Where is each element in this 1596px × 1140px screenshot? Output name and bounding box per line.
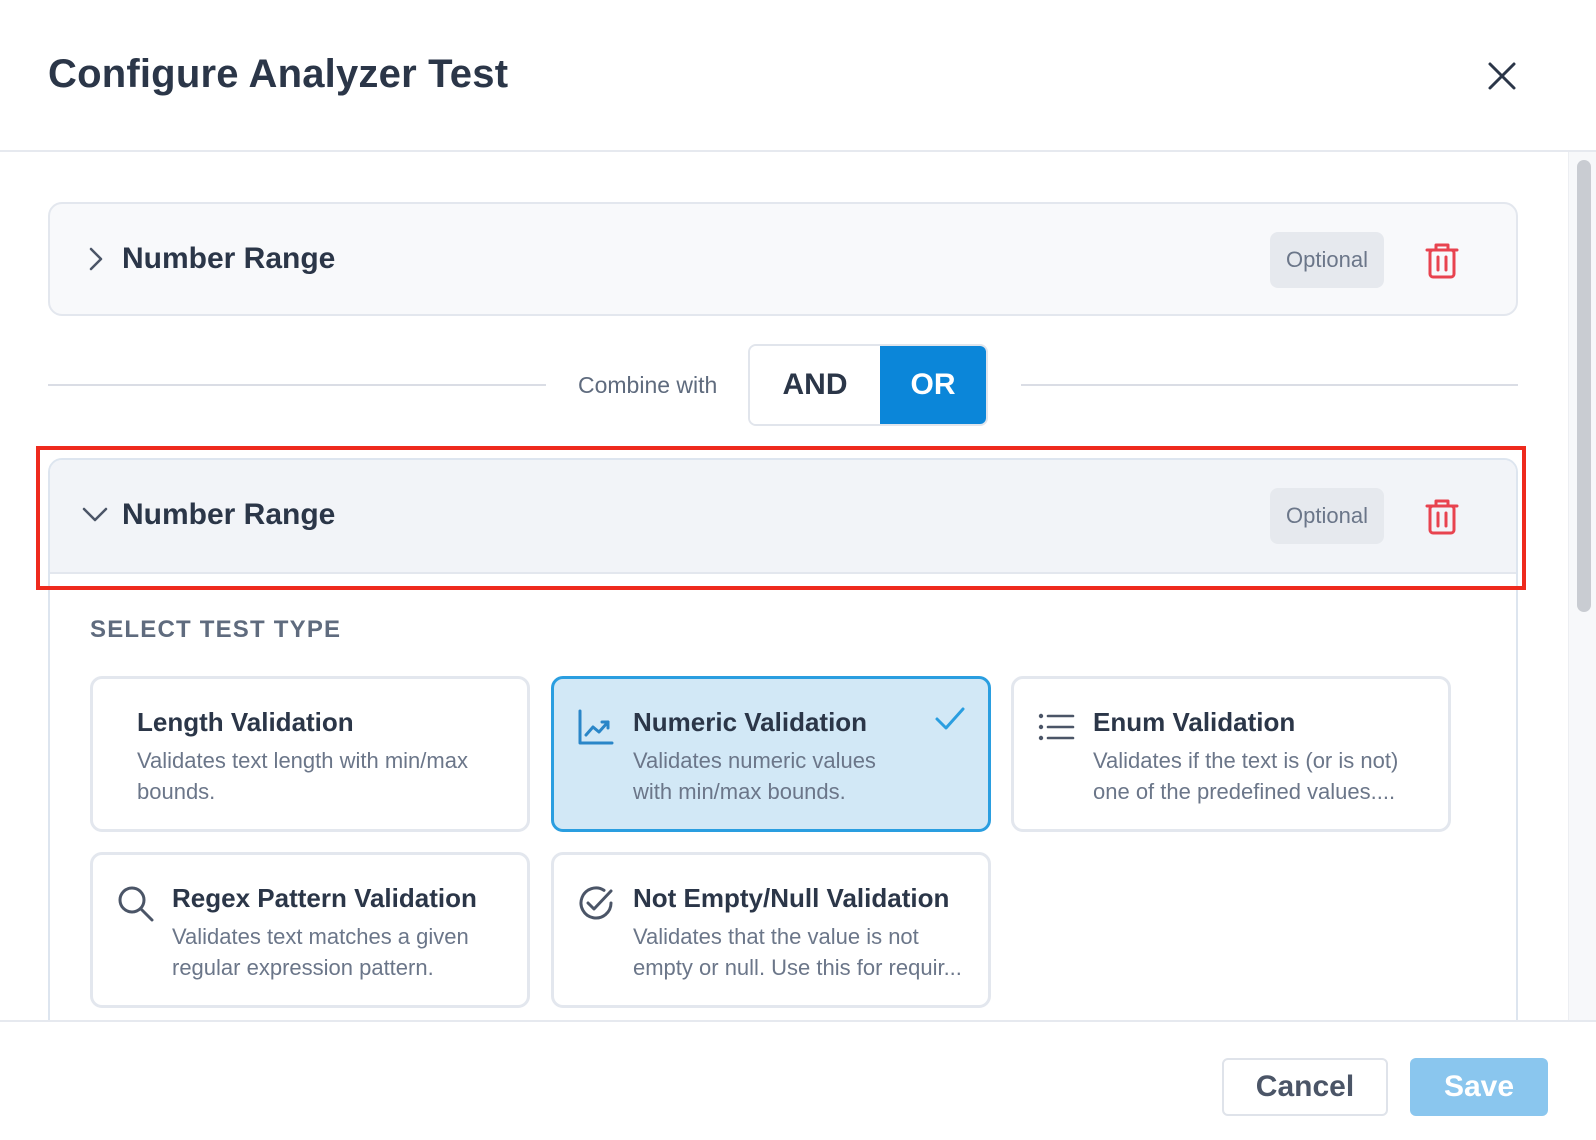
trash-icon[interactable]: [1424, 498, 1460, 536]
test-card-title[interactable]: Number Range: [122, 242, 335, 276]
test-card-expanded: Number Range Optional SELECT TEST TYPE L…: [48, 458, 1518, 1020]
trash-icon[interactable]: [1424, 242, 1460, 280]
tile-description-line: Validates if the text is (or is not): [1093, 748, 1399, 773]
tile-title: Enum Validation: [1093, 707, 1296, 737]
tile-title: Numeric Validation: [633, 707, 868, 737]
dialog-body[interactable]: Number Range Optional Combine with AND O…: [0, 152, 1568, 1020]
tile-description-line: bounds.: [137, 779, 216, 804]
tile-description-line: one of the predefined values....: [1093, 779, 1396, 804]
tile-title: Regex Pattern Validation: [172, 883, 477, 913]
tile-description-line: Validates numeric values: [633, 748, 876, 773]
test-card-title[interactable]: Number Range: [122, 498, 335, 532]
dialog-header: Configure Analyzer Test: [0, 0, 1596, 152]
test-type-enum-validation[interactable]: Enum Validation Validates if the text is…: [1011, 676, 1451, 832]
dialog-title: Configure Analyzer Test: [48, 52, 509, 96]
tile-description-line: Validates that the value is not: [633, 924, 919, 949]
check-circle-icon: [579, 886, 613, 920]
combine-with-row: Combine with AND OR: [48, 344, 1518, 428]
trending-chart-icon: [578, 709, 614, 745]
tile-description-line: empty or null. Use this for requir...: [633, 955, 962, 980]
test-card-collapsed[interactable]: Number Range Optional: [48, 202, 1518, 316]
chevron-down-icon[interactable]: [80, 502, 110, 526]
tile-description: Validates numeric values with min/max bo…: [633, 745, 876, 807]
tile-description-line: Validates text length with min/max: [137, 748, 468, 773]
dialog-footer: Cancel Save: [0, 1020, 1596, 1140]
cancel-button[interactable]: Cancel: [1222, 1058, 1388, 1116]
tile-description: Validates that the value is not empty or…: [633, 921, 962, 983]
test-card-header[interactable]: Number Range Optional: [50, 460, 1516, 574]
tile-description: Validates if the text is (or is not) one…: [1093, 745, 1398, 807]
save-button[interactable]: Save: [1410, 1058, 1548, 1116]
tile-description-line: with min/max bounds.: [633, 779, 846, 804]
tile-description-line: Validates text matches a given: [172, 924, 469, 949]
optional-badge: Optional: [1270, 232, 1384, 288]
divider-left: [48, 384, 546, 386]
optional-badge: Optional: [1270, 488, 1384, 544]
configure-analyzer-test-dialog: Configure Analyzer Test Number Range Opt…: [0, 0, 1596, 1140]
select-test-type-label: SELECT TEST TYPE: [90, 616, 342, 643]
test-type-length-validation[interactable]: Length Validation Validates text length …: [90, 676, 530, 832]
combine-toggle[interactable]: AND OR: [748, 344, 988, 426]
tile-description: Validates text matches a given regular e…: [172, 921, 469, 983]
search-icon: [118, 886, 154, 922]
divider-right: [1021, 384, 1518, 386]
tile-title: Not Empty/Null Validation: [633, 883, 950, 913]
test-type-numeric-validation[interactable]: Numeric Validation Validates numeric val…: [551, 676, 991, 832]
vertical-scrollbar[interactable]: [1568, 152, 1596, 1020]
tile-title: Length Validation: [137, 707, 354, 737]
combine-with-label: Combine with: [578, 372, 718, 398]
tile-description-line: regular expression pattern.: [172, 955, 434, 980]
chevron-right-icon[interactable]: [84, 244, 108, 274]
test-type-not-empty-validation[interactable]: Not Empty/Null Validation Validates that…: [551, 852, 991, 1008]
list-icon: [1038, 713, 1075, 741]
combine-and-option[interactable]: AND: [750, 346, 880, 424]
test-type-regex-validation[interactable]: Regex Pattern Validation Validates text …: [90, 852, 530, 1008]
tile-description: Validates text length with min/max bound…: [137, 745, 468, 807]
close-icon[interactable]: [1482, 56, 1522, 96]
checkmark-icon: [935, 707, 965, 730]
combine-or-option[interactable]: OR: [880, 346, 986, 424]
scrollbar-thumb[interactable]: [1577, 160, 1591, 612]
